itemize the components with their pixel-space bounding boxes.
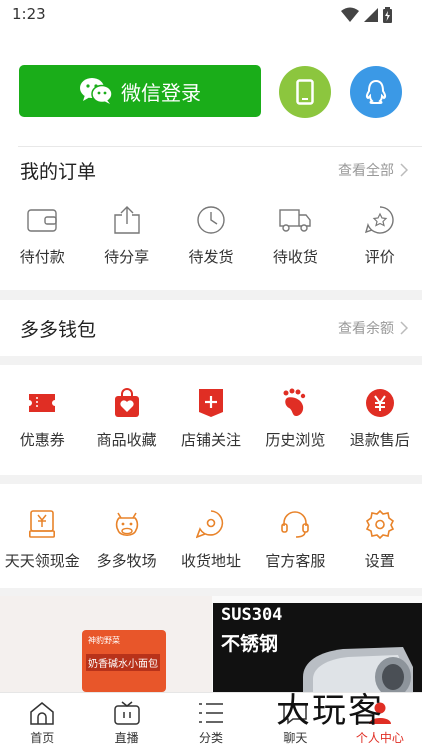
order-pending-payment[interactable]: 待付款	[0, 204, 84, 267]
wechat-login-label: 微信登录	[121, 80, 201, 105]
tab-label: 直播	[114, 731, 139, 745]
watermark-logo: 大玩客	[276, 691, 384, 731]
order-item-label: 待付款	[19, 248, 65, 266]
order-item-label: 待收货	[272, 248, 318, 266]
tab-home[interactable]: 首页	[0, 693, 84, 750]
order-item-label: 待分享	[104, 248, 150, 266]
status-bar: 1:23	[0, 0, 422, 32]
cash-icon	[29, 508, 56, 540]
store-follow-item[interactable]: 店铺关注	[169, 387, 253, 450]
qq-icon	[365, 79, 387, 104]
location-icon	[195, 508, 226, 540]
yen-circle-icon	[365, 387, 395, 419]
favorites-card: 优惠券 商品收藏 店铺关注 历史浏览 退款售后	[0, 365, 422, 475]
wallet-header: 多多钱包 查看余额	[0, 304, 422, 352]
favorites-item-label: 退款售后	[349, 431, 410, 449]
product-favorites-item[interactable]: 商品收藏	[84, 387, 168, 450]
services-item-label: 设置	[364, 552, 395, 570]
status-icons	[341, 6, 392, 24]
order-pending-share[interactable]: 待分享	[84, 204, 168, 267]
steel-model: SUS304	[221, 605, 283, 625]
clock-icon	[196, 204, 226, 236]
services-item-label: 多多牧场	[96, 552, 157, 570]
phone-icon	[296, 79, 314, 105]
ranch-item[interactable]: 多多牧场	[84, 508, 168, 571]
headset-icon	[280, 508, 310, 540]
favorites-item-label: 商品收藏	[96, 431, 157, 449]
battery-icon	[383, 7, 392, 23]
signal-icon	[364, 8, 378, 22]
wallet-icon	[27, 204, 57, 236]
settings-item[interactable]: 设置	[338, 508, 422, 571]
gear-icon	[365, 508, 395, 540]
favorites-item-label: 历史浏览	[265, 431, 326, 449]
steel-product-image[interactable]: SUS304 不锈钢	[213, 603, 422, 692]
review-icon	[364, 204, 395, 236]
order-item-label: 待发货	[188, 248, 234, 266]
share-icon	[113, 204, 141, 236]
tab-category[interactable]: 分类	[169, 693, 253, 750]
view-all-orders-link[interactable]: 查看全部	[338, 160, 408, 180]
cow-icon	[112, 508, 142, 540]
bread-package: 神豹野菜 奶香碱水小面包	[82, 630, 166, 692]
chevron-right-icon	[400, 321, 408, 335]
footprint-icon	[281, 387, 309, 419]
orders-header: 我的订单 查看全部	[0, 146, 422, 194]
phone-login-button[interactable]	[279, 66, 331, 118]
coupons-item[interactable]: 优惠券	[0, 387, 84, 450]
order-review[interactable]: 评价	[338, 204, 422, 267]
bag-heart-icon	[114, 387, 140, 419]
services-item-label: 官方客服	[265, 552, 326, 570]
bread-brand: 神豹野菜	[88, 636, 120, 645]
steel-title: 不锈钢	[221, 633, 279, 655]
bread-product-image[interactable]: 神豹野菜 奶香碱水小面包	[0, 596, 212, 692]
services-item-label: 收货地址	[180, 552, 241, 570]
favorites-item-label: 优惠券	[19, 431, 65, 449]
tab-label: 分类	[199, 731, 224, 745]
orders-card: 我的订单 查看全部 待付款 待分享 待发货 待收货 评价	[0, 146, 422, 290]
product-banner[interactable]: 神豹野菜 奶香碱水小面包 SUS304 不锈钢	[0, 596, 422, 692]
list-icon	[199, 703, 224, 723]
daily-cash-item[interactable]: 天天领现金	[0, 508, 84, 571]
tab-label: 首页	[30, 731, 55, 745]
login-area: 微信登录	[0, 32, 422, 146]
customer-service-item[interactable]: 官方客服	[253, 508, 337, 571]
favorites-row: 优惠券 商品收藏 店铺关注 历史浏览 退款售后	[0, 387, 422, 450]
wifi-icon	[341, 7, 359, 22]
services-item-label: 天天领现金	[4, 552, 80, 570]
view-balance-link[interactable]: 查看余额	[338, 318, 408, 338]
order-pending-ship[interactable]: 待发货	[169, 204, 253, 267]
status-time: 1:23	[12, 5, 46, 23]
orders-title: 我的订单	[20, 160, 97, 183]
wallet-card[interactable]: 多多钱包 查看余额	[0, 300, 422, 356]
tab-live[interactable]: 直播	[84, 693, 168, 750]
wechat-icon	[79, 77, 113, 105]
favorites-item-label: 店铺关注	[180, 431, 241, 449]
bread-product-name: 奶香碱水小面包	[86, 654, 160, 671]
refund-item[interactable]: 退款售后	[338, 387, 422, 450]
services-card: 天天领现金 多多牧场 收货地址 官方客服 设置	[0, 484, 422, 588]
qq-login-button[interactable]	[350, 66, 402, 118]
store-plus-icon	[198, 387, 224, 419]
orders-row: 待付款 待分享 待发货 待收货 评价	[0, 204, 422, 267]
order-pending-receive[interactable]: 待收货	[253, 204, 337, 267]
address-item[interactable]: 收货地址	[169, 508, 253, 571]
home-icon	[30, 702, 54, 725]
wechat-login-button[interactable]: 微信登录	[19, 65, 261, 117]
truck-icon	[279, 204, 312, 236]
wallet-title: 多多钱包	[20, 318, 97, 341]
order-item-label: 评价	[364, 248, 395, 266]
view-balance-label: 查看余额	[338, 321, 394, 337]
history-item[interactable]: 历史浏览	[253, 387, 337, 450]
chevron-right-icon	[400, 163, 408, 177]
view-all-label: 查看全部	[338, 163, 394, 179]
coupon-icon	[27, 387, 57, 419]
services-row: 天天领现金 多多牧场 收货地址 官方客服 设置	[0, 508, 422, 571]
tv-icon	[113, 701, 140, 725]
